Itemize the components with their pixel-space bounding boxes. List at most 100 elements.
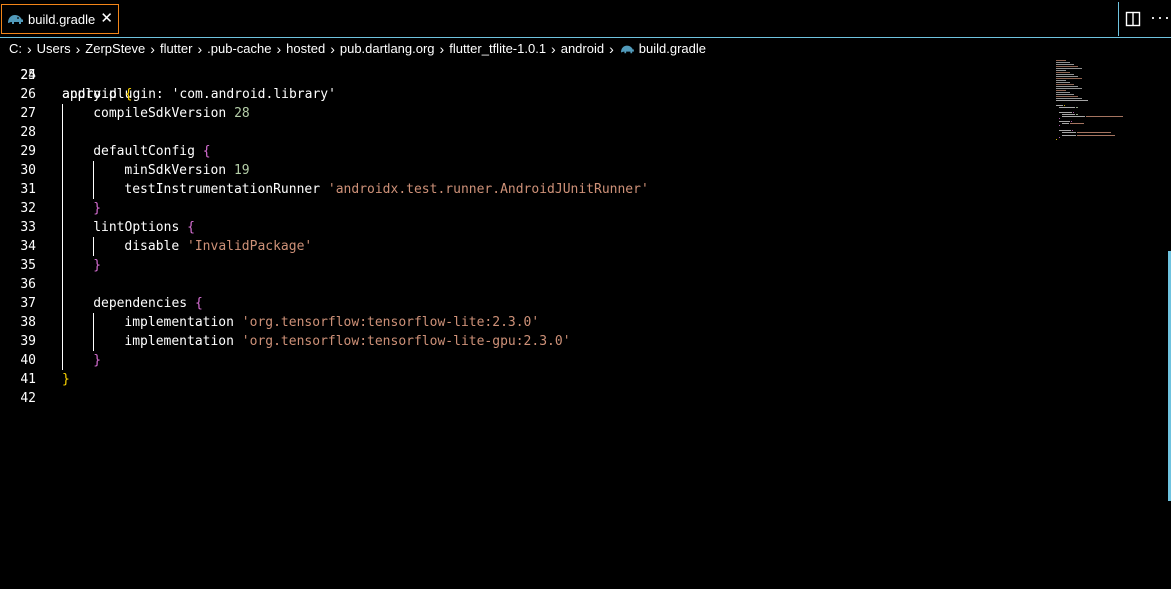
code-token: {: [124, 87, 133, 102]
minimap-line: [1056, 139, 1057, 141]
code-token: 'InvalidPackage': [187, 239, 313, 254]
minimap[interactable]: [1054, 60, 1134, 145]
breadcrumb-item[interactable]: flutter: [160, 41, 193, 56]
code-token: 28: [234, 106, 250, 121]
breadcrumb-item[interactable]: Users: [37, 41, 71, 56]
code-line: 34 disable 'InvalidPackage': [0, 237, 1050, 256]
code-line: 36: [0, 275, 1050, 294]
code-token: minSdkVersion: [124, 163, 234, 178]
split-editor-icon[interactable]: [1124, 10, 1142, 28]
code-line: 29 defaultConfig {: [0, 142, 1050, 161]
line-number: 37: [20, 296, 36, 311]
line-number: 26: [20, 87, 36, 102]
code-editor[interactable]: 24 apply plugin: 'com.android.library' 2…: [0, 59, 1171, 589]
code-token: {: [187, 220, 195, 235]
minimap-line: [1056, 98, 1082, 99]
line-code: implementation 'org.tensorflow:tensorflo…: [124, 313, 539, 332]
breadcrumb-item[interactable]: C:: [9, 41, 22, 56]
minimap-line: [1059, 120, 1070, 122]
minimap-line: [1056, 76, 1078, 77]
minimap-line: [1059, 129, 1071, 131]
minimap-line: [1062, 116, 1085, 118]
chevron-right-icon: ›: [439, 40, 445, 57]
line-number: 30: [20, 163, 36, 178]
code-line: 30 minSdkVersion 19: [0, 161, 1050, 180]
tabbar-divider: [1118, 2, 1119, 36]
indent-guide: [62, 104, 63, 370]
code-line: 37 dependencies {: [0, 294, 1050, 313]
breadcrumb: C: › Users › ZerpSteve › flutter › .pub-cache › ho…: [0, 38, 1171, 59]
breadcrumb-item[interactable]: android: [561, 41, 604, 56]
minimap-line: [1070, 123, 1084, 124]
code-token: lintOptions: [93, 220, 188, 235]
breadcrumb-item[interactable]: pub.dartlang.org: [340, 41, 435, 56]
breadcrumb-item[interactable]: flutter_tflite-1.0.1: [449, 41, 546, 56]
code-token: testInstrumentationRunner: [124, 182, 328, 197]
indent-guide: [93, 237, 95, 256]
breadcrumb-item[interactable]: .pub-cache: [207, 41, 271, 56]
minimap-line: [1062, 134, 1076, 136]
minimap-line: [1056, 100, 1088, 101]
line-number: 25: [20, 68, 36, 83]
minimap-line: [1056, 84, 1074, 85]
line-code: }: [93, 351, 101, 370]
line-number: 39: [20, 334, 36, 349]
line-code: dependencies {: [93, 294, 203, 313]
code-line: 32}: [0, 199, 1050, 218]
breadcrumb-item[interactable]: ZerpSteve: [85, 41, 145, 56]
chevron-right-icon: ›: [609, 40, 614, 57]
code-token: {: [194, 296, 203, 311]
line-number: 41: [20, 372, 36, 387]
code-token: compileSdkVersion: [93, 106, 235, 121]
indent-guide: [93, 161, 95, 199]
breadcrumb-item[interactable]: build.gradle: [639, 41, 706, 56]
line-code: }: [93, 256, 101, 275]
code-token: 'org.tensorflow:tensorflow-lite-gpu:2.3.…: [241, 334, 571, 349]
minimap-line: [1056, 104, 1063, 106]
minimap-line: [1059, 125, 1060, 127]
chevron-right-icon: ›: [330, 40, 335, 57]
line-code: testInstrumentationRunner 'androidx.test…: [124, 180, 648, 199]
line-number: 33: [20, 220, 36, 235]
code-token: 'org.tensorflow:tensorflow-lite:2.3.0': [241, 315, 540, 330]
line-code: compileSdkVersion 28: [93, 104, 250, 123]
code-line: 41}: [0, 370, 1050, 389]
minimap-line: [1086, 116, 1123, 118]
line-number: 27: [20, 106, 36, 121]
minimap-line: [1076, 113, 1078, 115]
minimap-line: [1077, 134, 1115, 136]
minimap-line: [1056, 74, 1074, 75]
code-line: 31 testInstrumentationRunner 'androidx.te…: [0, 180, 1050, 199]
code-line: 25: [0, 66, 1050, 85]
minimap-line: [1059, 136, 1060, 138]
minimap-line: [1056, 88, 1082, 89]
line-number: 35: [20, 258, 36, 273]
line-number: 40: [20, 353, 36, 368]
chevron-right-icon: ›: [276, 40, 282, 57]
code-token: android: [62, 87, 125, 102]
code-line: 26 android {: [0, 85, 1050, 104]
minimap-line: [1056, 86, 1078, 87]
code-line: 40}: [0, 351, 1050, 370]
code-token: dependencies: [93, 296, 195, 311]
code-token: }: [93, 201, 102, 216]
editor-tab-bar: build.gradle ✕ ···: [0, 0, 1171, 38]
close-icon[interactable]: ✕: [100, 10, 113, 28]
line-code: minSdkVersion 19: [124, 161, 249, 180]
code-token: implementation: [124, 334, 242, 349]
minimap-line: [1062, 113, 1075, 115]
line-code: android {: [62, 85, 132, 104]
line-code: defaultConfig {: [93, 142, 210, 161]
more-actions-icon[interactable]: ···: [1150, 7, 1171, 27]
minimap-line: [1056, 94, 1074, 95]
tab-build-gradle[interactable]: build.gradle ✕: [1, 4, 119, 34]
minimap-line: [1056, 62, 1070, 63]
minimap-line: [1056, 66, 1078, 67]
breadcrumb-item[interactable]: hosted: [286, 41, 325, 56]
code-line: 33 lintOptions {: [0, 218, 1050, 237]
chevron-right-icon: ›: [27, 40, 32, 57]
code-line: 35}: [0, 256, 1050, 275]
line-number: 32: [20, 201, 36, 216]
minimap-line: [1077, 132, 1111, 134]
minimap-line: [1056, 82, 1070, 83]
